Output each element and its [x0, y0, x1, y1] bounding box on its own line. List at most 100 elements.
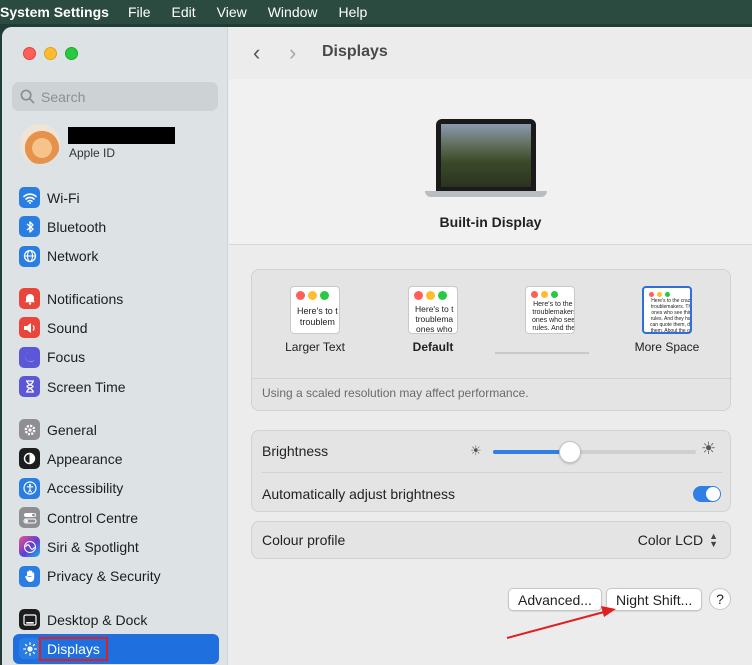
sun-icon — [19, 638, 40, 660]
resolution-option-more-space[interactable]: Here's to the crazy one troublemakers. T… — [622, 286, 712, 354]
sample-text: Here's to t troublem — [297, 306, 338, 327]
sidebar-item-label: Bluetooth — [47, 218, 107, 235]
resolution-options: Here's to t troublem Larger Text Here's … — [252, 286, 732, 366]
sidebar-item-network[interactable]: Network — [13, 242, 219, 271]
globe-icon — [19, 245, 40, 267]
sample-text: Here's to the c troublemakers. ones who … — [532, 301, 575, 332]
colour-profile-label: Colour profile — [262, 532, 346, 548]
brightness-slider[interactable] — [493, 441, 696, 463]
sidebar-item-label: Screen Time — [47, 378, 126, 395]
avatar — [20, 124, 60, 164]
sidebar-item-focus[interactable]: Focus — [13, 343, 219, 372]
sidebar-item-wifi[interactable]: Wi-Fi — [13, 183, 219, 212]
menu-file[interactable]: File — [128, 4, 151, 20]
laptop-icon[interactable] — [425, 119, 547, 204]
redacted-account-name — [68, 127, 175, 144]
apple-id-label: Apple ID — [69, 146, 116, 160]
sidebar-item-label: Desktop & Dock — [47, 611, 148, 628]
search-icon — [20, 89, 35, 104]
sidebar-item-accessibility[interactable]: Accessibility — [13, 474, 219, 503]
colour-profile-card: Colour profile Color LCD ▲ ▼ — [251, 521, 731, 559]
zoom-window-button[interactable] — [65, 47, 78, 60]
resolution-thumbnail: Here's to t troublem — [290, 286, 340, 334]
menu-view[interactable]: View — [217, 4, 247, 20]
auto-brightness-label: Automatically adjust brightness — [262, 486, 455, 502]
resolution-scale-line — [495, 352, 589, 354]
minimize-window-button[interactable] — [44, 47, 57, 60]
apple-id-account[interactable]: Apple ID — [20, 124, 220, 168]
speaker-icon — [19, 317, 40, 339]
sidebar-item-notifications[interactable]: Notifications — [13, 284, 219, 313]
sidebar-item-label: Privacy & Security — [47, 568, 161, 585]
sidebar-item-displays[interactable]: Displays — [13, 634, 219, 664]
advanced-button[interactable]: Advanced... — [508, 588, 602, 611]
sidebar-item-label: Siri & Spotlight — [47, 538, 139, 555]
sidebar-item-label: Network — [47, 248, 99, 265]
bell-icon — [19, 288, 40, 310]
brightness-card: Brightness ☀ ☀ Automatically adjust brig… — [251, 430, 731, 512]
sidebar-item-label: Wi-Fi — [47, 189, 80, 206]
auto-brightness-toggle[interactable] — [693, 486, 721, 502]
resolution-note: Using a scaled resolution may affect per… — [262, 386, 529, 400]
sun-low-icon: ☀ — [470, 443, 482, 458]
menu-edit[interactable]: Edit — [172, 4, 196, 20]
toggle-knob — [706, 487, 720, 501]
display-name: Built-in Display — [439, 214, 542, 230]
resolution-thumbnail: Here's to the crazy one troublemakers. T… — [642, 286, 692, 334]
search-field[interactable] — [12, 82, 218, 111]
sidebar-item-appearance[interactable]: Appearance — [13, 444, 219, 473]
sample-text: Here's to t troublema ones who — [415, 304, 454, 334]
window-controls — [23, 47, 78, 60]
sidebar-item-bluetooth[interactable]: Bluetooth — [13, 212, 219, 241]
sun-high-icon: ☀ — [701, 439, 717, 458]
resolution-label: More Space — [634, 340, 700, 354]
sidebar-item-label: Accessibility — [47, 480, 124, 497]
sidebar-item-control-centre[interactable]: Control Centre — [13, 503, 219, 532]
resolution-label: Default — [412, 340, 454, 354]
search-input[interactable] — [41, 88, 201, 105]
brightness-slider-knob[interactable] — [559, 441, 581, 463]
sidebar-item-screen-time[interactable]: Screen Time — [13, 372, 219, 401]
sidebar-item-desktop-dock[interactable]: Desktop & Dock — [13, 605, 219, 634]
siri-icon — [19, 536, 40, 558]
colour-profile-value: Color LCD — [637, 532, 704, 548]
gear-icon — [19, 419, 40, 441]
dock-icon — [19, 609, 40, 631]
resolution-option-default[interactable]: Here's to t troublema ones who Default — [388, 286, 478, 354]
display-preview: Built-in Display — [229, 79, 752, 245]
forward-icon[interactable]: › — [289, 40, 296, 66]
hourglass-icon — [19, 376, 40, 398]
menu-help[interactable]: Help — [339, 4, 368, 20]
back-icon[interactable]: ‹ — [253, 40, 260, 66]
colour-profile-popup[interactable]: Color LCD ▲ ▼ — [637, 532, 718, 549]
wifi-icon — [19, 187, 40, 209]
hand-icon — [19, 565, 40, 587]
resolution-option-3[interactable]: Here's to the c troublemakers. ones who … — [505, 286, 595, 340]
sidebar-item-siri-spotlight[interactable]: Siri & Spotlight — [13, 532, 219, 561]
menu-window[interactable]: Window — [268, 4, 318, 20]
toolbar: ‹ › Displays — [229, 27, 752, 79]
sidebar-group-desktop: Desktop & Dock Displays — [13, 605, 219, 664]
divider — [252, 378, 732, 379]
help-button[interactable]: ? — [709, 588, 731, 610]
accessibility-icon — [19, 477, 40, 499]
switches-icon — [19, 507, 40, 529]
sidebar-item-sound[interactable]: Sound — [13, 313, 219, 342]
close-window-button[interactable] — [23, 47, 36, 60]
displays-pane: ‹ › Displays Built-in Display Here's to … — [229, 27, 752, 665]
brightness-label: Brightness — [262, 443, 329, 459]
menu-app-name[interactable]: System Settings — [0, 4, 109, 20]
page-title: Displays — [322, 43, 388, 60]
sidebar-item-general[interactable]: General — [13, 415, 219, 444]
night-shift-button[interactable]: Night Shift... — [606, 588, 703, 611]
sidebar-item-privacy-security[interactable]: Privacy & Security — [13, 561, 219, 590]
bluetooth-icon — [19, 216, 40, 238]
resolution-thumbnail: Here's to the c troublemakers. ones who … — [525, 286, 575, 334]
settings-window: Apple ID Wi-Fi Bluetooth Network — [2, 27, 752, 665]
resolution-thumbnail: Here's to t troublema ones who — [408, 286, 458, 334]
resolution-option-larger-text[interactable]: Here's to t troublem Larger Text — [270, 286, 360, 354]
sidebar: Apple ID Wi-Fi Bluetooth Network — [2, 27, 228, 665]
sidebar-item-label: Control Centre — [47, 509, 139, 526]
menu-bar: System Settings File Edit View Window He… — [0, 0, 752, 24]
sidebar-group-notifications: Notifications Sound Focus Screen Time — [13, 284, 219, 401]
